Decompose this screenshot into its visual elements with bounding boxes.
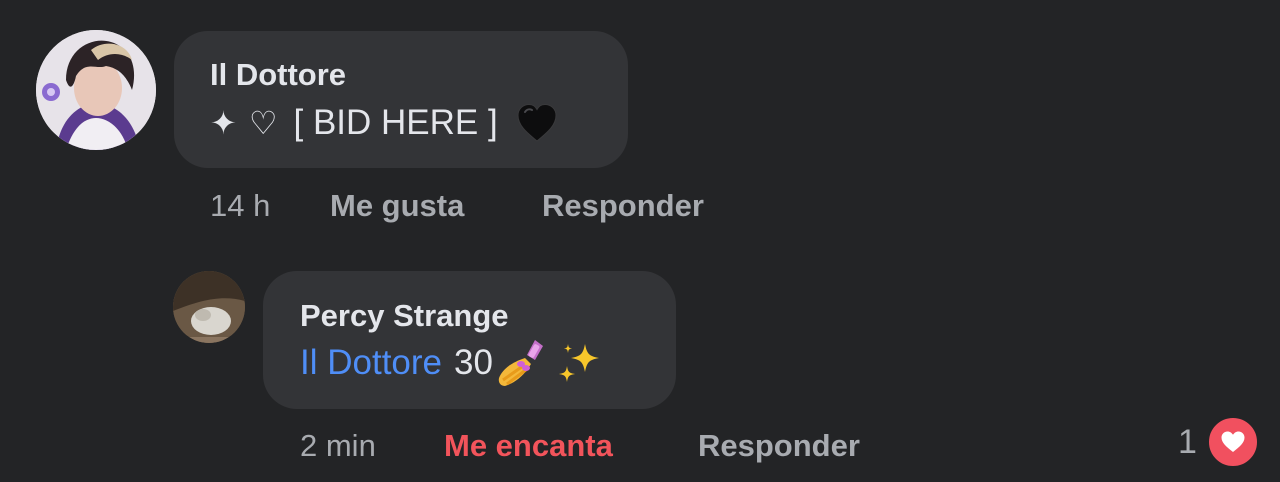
comment-timestamp: 2 min [300,428,376,463]
avatar[interactable] [36,30,156,150]
comment-main-text: [ BID HERE ] [293,103,498,142]
reply-button[interactable]: Responder [698,428,860,464]
heart-outline-glyph: ♡ [248,105,278,141]
reaction-count[interactable]: 1 [1178,423,1197,462]
avatar-illustration-icon [36,30,156,150]
avatar-photo-icon [173,271,245,343]
like-button[interactable]: Me gusta [330,188,464,224]
avatar[interactable] [173,271,245,343]
sparkles-icon [557,340,603,386]
comment-text: ✦ ♡ [ BID HERE ] [210,100,558,146]
black-heart-icon [516,103,558,143]
mention-link[interactable]: Il Dottore [300,343,442,383]
comment-actions: 2 min Me encanta Responder [300,428,920,468]
love-button[interactable]: Me encanta [444,428,613,464]
reply-button[interactable]: Responder [542,188,704,224]
comment-timestamp: 14 h [210,188,271,223]
comment-main-text: 30 [454,343,493,382]
heart-icon[interactable] [1207,416,1259,468]
comment-actions: 14 h Me gusta Responder [210,188,770,228]
comment-text: Il Dottore 30 [300,340,603,386]
comment-author[interactable]: Percy Strange [300,298,509,334]
sparkle-glyph: ✦ [210,105,237,141]
comment-author[interactable]: Il Dottore [210,57,346,93]
nail-polish-icon [495,338,547,388]
